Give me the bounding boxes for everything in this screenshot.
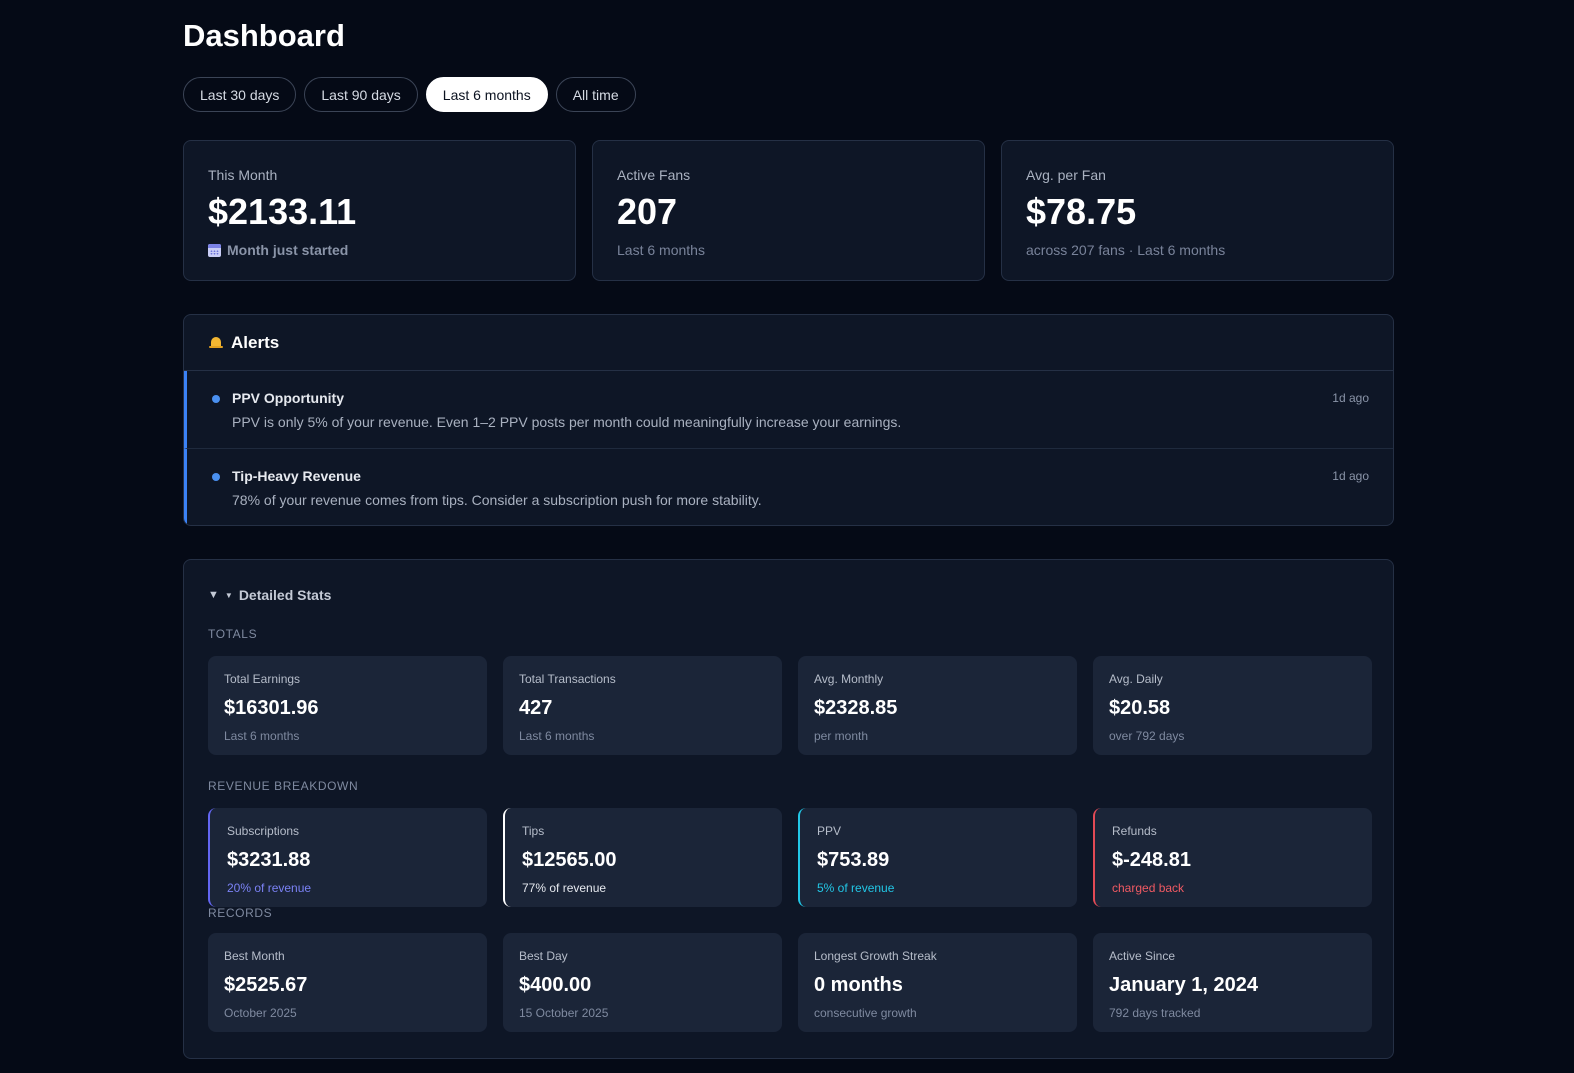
stat-sub: 77% of revenue — [522, 881, 607, 895]
stat-label: Best Day — [519, 949, 568, 963]
summary-sub: Month just started — [208, 242, 551, 258]
stat-label: Refunds — [1112, 824, 1157, 838]
stat-card-best-month: Best Month $2525.67 October 2025 — [208, 933, 487, 1032]
stat-sub: 15 October 2025 — [519, 1006, 609, 1020]
summary-value: $2133.11 — [208, 191, 357, 232]
alert-item-tip-heavy-revenue[interactable]: Tip-Heavy Revenue 78% of your revenue co… — [184, 448, 1393, 525]
stat-value: $753.89 — [817, 849, 890, 871]
stat-sub: 5% of revenue — [817, 881, 895, 895]
stat-sub: per month — [814, 729, 869, 743]
stat-label: Total Earnings — [224, 672, 301, 686]
stat-sub: over 792 days — [1109, 729, 1185, 743]
totals-grid: Total Earnings $16301.96 Last 6 months T… — [208, 656, 1372, 755]
alert-title: PPV Opportunity — [232, 390, 344, 406]
stat-sub: 20% of revenue — [227, 881, 312, 895]
summary-label: Active Fans — [617, 167, 691, 183]
stat-value: $400.00 — [519, 974, 592, 996]
alert-text: PPV is only 5% of your revenue. Even 1–2… — [232, 414, 902, 430]
stat-label: PPV — [817, 824, 842, 838]
alert-dot — [212, 395, 220, 403]
stat-value: $3231.88 — [227, 849, 311, 871]
stat-sub: Last 6 months — [519, 729, 595, 743]
stat-value: $16301.96 — [224, 697, 319, 719]
detailed-stats-panel: ▼ ▼ Detailed Stats TOTALS Total Earnings… — [183, 559, 1394, 1059]
alert-text: 78% of your revenue comes from tips. Con… — [232, 492, 762, 508]
stat-card-refunds: Refunds $-248.81 charged back — [1093, 808, 1372, 907]
stat-card-total-earnings: Total Earnings $16301.96 Last 6 months — [208, 656, 487, 755]
alerts-panel: Alerts PPV Opportunity PPV is only 5% of… — [183, 314, 1394, 526]
alert-time: 1d ago — [1332, 391, 1369, 405]
stat-label: Avg. Monthly — [814, 672, 884, 686]
stat-sub: October 2025 — [224, 1006, 297, 1020]
detailed-stats-toggle[interactable]: ▼ ▼ Detailed Stats — [208, 587, 1369, 603]
stat-sub: consecutive growth — [814, 1006, 917, 1020]
summary-sub-text: Month just started — [227, 242, 349, 258]
stat-value: $20.58 — [1109, 697, 1171, 719]
summary-sub: Last 6 months — [617, 242, 705, 258]
stat-value: January 1, 2024 — [1109, 974, 1258, 996]
summary-card-active-fans: Active Fans 207 Last 6 months — [592, 140, 985, 281]
summary-label: This Month — [208, 167, 278, 183]
stat-card-subscriptions: Subscriptions $3231.88 20% of revenue — [208, 808, 487, 907]
summary-cards: This Month $2133.11 Month just started A… — [183, 140, 1394, 281]
detailed-stats-label: Detailed Stats — [238, 587, 332, 603]
stat-sub: Last 6 months — [224, 729, 300, 743]
summary-value: $78.75 — [1026, 191, 1137, 232]
section-label-totals: TOTALS — [208, 627, 258, 641]
summary-card-this-month: This Month $2133.11 Month just started — [183, 140, 576, 281]
stat-value: 427 — [519, 697, 553, 719]
dashboard-page: Dashboard Last 30 days Last 90 days Last… — [183, 0, 1394, 1059]
stat-value: $-248.81 — [1112, 849, 1191, 871]
stat-value: $12565.00 — [522, 849, 617, 871]
stat-label: Subscriptions — [227, 824, 300, 838]
stat-label: Tips — [522, 824, 545, 838]
range-tab-last-6-months[interactable]: Last 6 months — [425, 77, 548, 112]
page-title: Dashboard — [183, 18, 345, 53]
summary-sub: across 207 fans · Last 6 months — [1026, 242, 1226, 258]
stat-label: Avg. Daily — [1109, 672, 1163, 686]
stat-value: 0 months — [814, 974, 903, 996]
stat-value: $2525.67 — [224, 974, 308, 996]
calendar-icon — [208, 243, 221, 257]
disclosure-triangle-icon: ▼ — [208, 589, 219, 601]
stat-card-avg-daily: Avg. Daily $20.58 over 792 days — [1093, 656, 1372, 755]
stat-card-longest-growth-streak: Longest Growth Streak 0 months consecuti… — [798, 933, 1077, 1032]
stat-label: Active Since — [1109, 949, 1176, 963]
range-tab-all-time[interactable]: All time — [555, 77, 636, 112]
alert-dot — [212, 473, 220, 481]
alert-title: Tip-Heavy Revenue — [232, 468, 361, 484]
range-tabs: Last 30 days Last 90 days Last 6 months … — [183, 77, 1394, 112]
section-label-revenue-breakdown: REVENUE BREAKDOWN — [208, 779, 359, 793]
stat-card-best-day: Best Day $400.00 15 October 2025 — [503, 933, 782, 1032]
disclosure-triangle-icon: ▼ — [224, 590, 233, 600]
alerts-header: Alerts — [184, 315, 1393, 371]
stat-card-total-transactions: Total Transactions 427 Last 6 months — [503, 656, 782, 755]
revenue-grid: Subscriptions $3231.88 20% of revenue Ti… — [208, 808, 1372, 907]
stat-label: Total Transactions — [519, 672, 616, 686]
stat-label: Best Month — [224, 949, 285, 963]
summary-value: 207 — [617, 191, 678, 232]
stat-sub: 792 days tracked — [1109, 1006, 1201, 1020]
range-tab-last-30-days[interactable]: Last 30 days — [183, 77, 297, 112]
alerts-title: Alerts — [231, 332, 280, 352]
stat-card-tips: Tips $12565.00 77% of revenue — [503, 808, 782, 907]
range-tab-last-90-days[interactable]: Last 90 days — [304, 77, 418, 112]
stat-sub: charged back — [1112, 881, 1185, 895]
summary-label: Avg. per Fan — [1026, 167, 1106, 183]
alert-item-ppv-opportunity[interactable]: PPV Opportunity PPV is only 5% of your r… — [184, 371, 1393, 448]
stat-card-ppv: PPV $753.89 5% of revenue — [798, 808, 1077, 907]
bell-icon — [209, 336, 223, 350]
stat-card-avg-monthly: Avg. Monthly $2328.85 per month — [798, 656, 1077, 755]
summary-card-avg-per-fan: Avg. per Fan $78.75 across 207 fans · La… — [1001, 140, 1394, 281]
records-grid: Best Month $2525.67 October 2025 Best Da… — [208, 933, 1372, 1032]
stat-value: $2328.85 — [814, 697, 898, 719]
stat-card-active-since: Active Since January 1, 2024 792 days tr… — [1093, 933, 1372, 1032]
stat-label: Longest Growth Streak — [814, 949, 937, 963]
section-label-records: RECORDS — [208, 906, 273, 920]
alert-time: 1d ago — [1332, 469, 1369, 483]
